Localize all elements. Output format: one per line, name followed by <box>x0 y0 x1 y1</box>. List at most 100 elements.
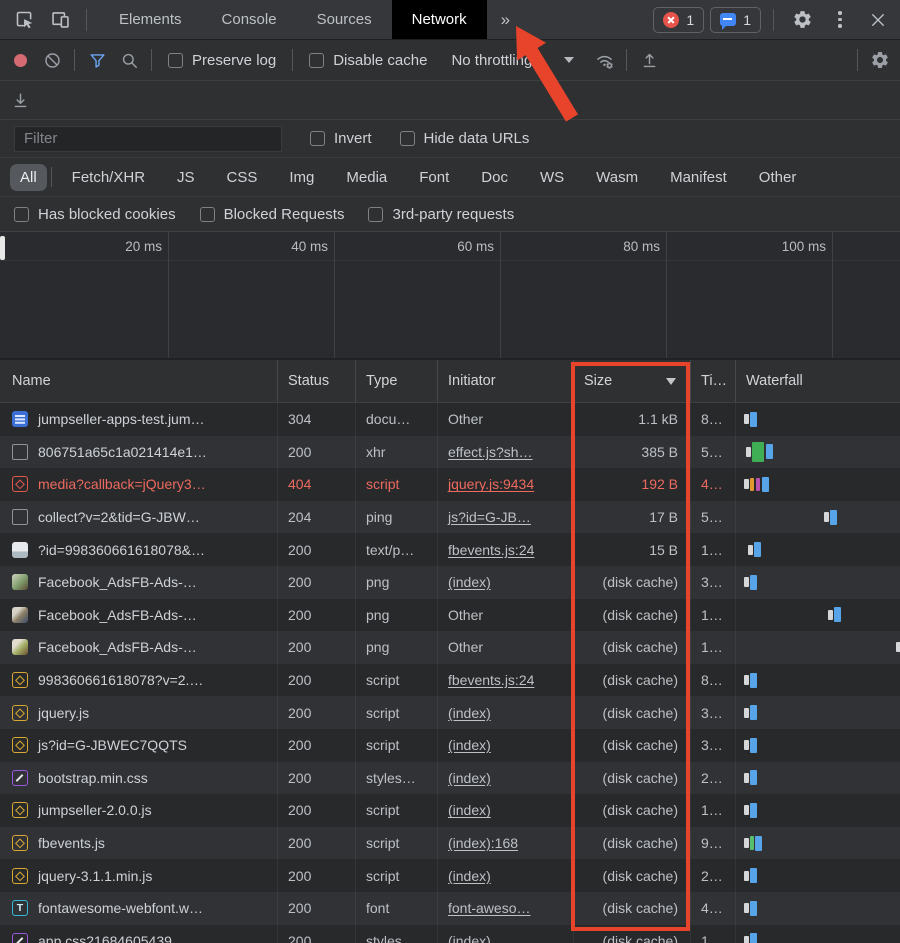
table-row[interactable]: 998360661618078?v=2.…200scriptfbevents.j… <box>0 664 900 697</box>
panel-tabs: Elements Console Sources Network » <box>99 0 524 39</box>
inspect-element-icon[interactable] <box>8 5 40 35</box>
settings-gear-icon[interactable] <box>786 5 818 35</box>
request-name-cell: Facebook_AdsFB-Ads-… <box>0 599 277 632</box>
tab-console[interactable]: Console <box>202 0 297 39</box>
invert-toggle[interactable]: Invert <box>300 130 382 147</box>
table-row[interactable]: fbevents.js200script(index):168(disk cac… <box>0 827 900 860</box>
table-row[interactable]: collect?v=2&tid=G-JBW…204pingjs?id=G-JB…… <box>0 501 900 534</box>
network-settings-gear-icon[interactable] <box>864 46 896 74</box>
issues-badge[interactable]: 1 <box>710 7 761 33</box>
request-waterfall-cell <box>735 403 900 436</box>
request-initiator[interactable]: (index) <box>448 574 491 590</box>
preserve-log-checkbox[interactable] <box>168 53 183 68</box>
invert-checkbox[interactable] <box>310 131 325 146</box>
column-header-status[interactable]: Status <box>277 360 355 402</box>
request-waterfall-cell <box>735 664 900 697</box>
request-initiator[interactable]: fbevents.js:24 <box>448 672 534 688</box>
record-button[interactable] <box>4 46 36 74</box>
table-row[interactable]: jumpseller-apps-test.jum…304docu…Other1.… <box>0 403 900 436</box>
checkbox-icon[interactable] <box>200 207 215 222</box>
request-initiator[interactable]: (index) <box>448 802 491 818</box>
filter-funnel-icon[interactable] <box>81 46 113 74</box>
close-icon[interactable] <box>862 5 894 35</box>
throttling-dropdown[interactable]: No throttling <box>443 52 582 69</box>
request-name: app.css21684605439 <box>38 933 172 943</box>
timeline-gridline <box>334 232 335 358</box>
filter-checkbox-1[interactable]: Blocked Requests <box>200 206 345 223</box>
table-row[interactable]: media?callback=jQuery3…404scriptjquery.j… <box>0 468 900 501</box>
request-initiator-cell: effect.js?sh… <box>437 436 573 469</box>
filter-checkbox-0[interactable]: Has blocked cookies <box>14 206 176 223</box>
kebab-menu-icon[interactable] <box>824 5 856 35</box>
column-header-type[interactable]: Type <box>355 360 437 402</box>
request-initiator[interactable]: (index) <box>448 868 491 884</box>
table-row[interactable]: Facebook_AdsFB-Ads-…200png(index)(disk c… <box>0 566 900 599</box>
disable-cache-toggle[interactable]: Disable cache <box>299 52 437 69</box>
hide-data-urls-toggle[interactable]: Hide data URLs <box>400 130 540 147</box>
table-row[interactable]: fontawesome-webfont.w…200fontfont-aweso…… <box>0 892 900 925</box>
request-initiator[interactable]: fbevents.js:24 <box>448 542 534 558</box>
request-name-cell: Facebook_AdsFB-Ads-… <box>0 631 277 664</box>
filter-pill-font[interactable]: Font <box>409 164 459 191</box>
request-initiator[interactable]: (index) <box>448 705 491 721</box>
table-row[interactable]: 806751a65c1a021414e1…200xhreffect.js?sh…… <box>0 436 900 469</box>
checkbox-icon[interactable] <box>14 207 29 222</box>
column-header-initiator[interactable]: Initiator <box>437 360 573 402</box>
network-conditions-icon[interactable] <box>588 46 620 74</box>
column-header-name[interactable]: Name <box>0 360 277 402</box>
filter-pill-doc[interactable]: Doc <box>471 164 518 191</box>
tab-network[interactable]: Network <box>392 0 487 39</box>
request-initiator[interactable]: (index) <box>448 770 491 786</box>
filter-pill-media[interactable]: Media <box>336 164 397 191</box>
table-row[interactable]: jquery-3.1.1.min.js200script(index)(disk… <box>0 859 900 892</box>
filter-input[interactable]: Filter <box>14 126 282 152</box>
request-initiator[interactable]: (index) <box>448 737 491 753</box>
filter-pill-all[interactable]: All <box>10 164 47 191</box>
filter-pill-wasm[interactable]: Wasm <box>586 164 648 191</box>
clear-icon[interactable] <box>36 46 68 74</box>
request-initiator[interactable]: font-aweso… <box>448 900 530 916</box>
filter-pill-ws[interactable]: WS <box>530 164 574 191</box>
more-tabs-chevron[interactable]: » <box>487 0 524 39</box>
filter-pill-img[interactable]: Img <box>279 164 324 191</box>
request-initiator[interactable]: js?id=G-JB… <box>448 509 531 525</box>
import-har-icon[interactable] <box>633 46 665 74</box>
request-initiator[interactable]: jquery.js:9434 <box>448 476 534 492</box>
table-row[interactable]: jumpseller-2.0.0.js200script(index)(disk… <box>0 794 900 827</box>
timeline-overview[interactable]: 20 ms40 ms60 ms80 ms100 ms <box>0 232 900 360</box>
request-name-cell: media?callback=jQuery3… <box>0 468 277 501</box>
disable-cache-checkbox[interactable] <box>309 53 324 68</box>
column-header-waterfall[interactable]: Waterfall <box>735 360 900 402</box>
filter-pill-css[interactable]: CSS <box>217 164 268 191</box>
divider <box>626 49 627 71</box>
request-initiator[interactable]: effect.js?sh… <box>448 444 533 460</box>
table-row[interactable]: app.css21684605439200styles(index)(disk … <box>0 925 900 943</box>
preserve-log-toggle[interactable]: Preserve log <box>158 52 286 69</box>
checkbox-icon[interactable] <box>368 207 383 222</box>
table-row[interactable]: bootstrap.min.css200styles…(index)(disk … <box>0 762 900 795</box>
device-toolbar-icon[interactable] <box>44 5 76 35</box>
filter-pill-manifest[interactable]: Manifest <box>660 164 737 191</box>
filter-pill-fetch-xhr[interactable]: Fetch/XHR <box>62 164 155 191</box>
tab-elements[interactable]: Elements <box>99 0 202 39</box>
table-row[interactable]: Facebook_AdsFB-Ads-…200pngOther(disk cac… <box>0 631 900 664</box>
column-header-size[interactable]: Size <box>573 360 690 402</box>
overview-drag-handle[interactable] <box>0 236 5 260</box>
table-row[interactable]: ?id=998360661618078&…200text/p…fbevents.… <box>0 533 900 566</box>
export-har-icon[interactable] <box>4 86 36 114</box>
request-initiator[interactable]: (index):168 <box>448 835 518 851</box>
console-errors-badge[interactable]: 1 <box>653 7 704 33</box>
filter-checkbox-2[interactable]: 3rd-party requests <box>368 206 514 223</box>
table-row[interactable]: Facebook_AdsFB-Ads-…200pngOther(disk cac… <box>0 599 900 632</box>
column-header-ti[interactable]: Ti… <box>690 360 735 402</box>
request-initiator[interactable]: (index) <box>448 933 491 943</box>
filter-pill-other[interactable]: Other <box>749 164 807 191</box>
table-row[interactable]: jquery.js200script(index)(disk cache)3… <box>0 696 900 729</box>
search-icon[interactable] <box>113 46 145 74</box>
filter-pill-js[interactable]: JS <box>167 164 205 191</box>
table-row[interactable]: js?id=G-JBWEC7QQTS200script(index)(disk … <box>0 729 900 762</box>
waterfall-magenta-bar <box>756 478 761 491</box>
tab-sources[interactable]: Sources <box>297 0 392 39</box>
hide-data-urls-checkbox[interactable] <box>400 131 415 146</box>
request-size: (disk cache) <box>573 729 690 762</box>
